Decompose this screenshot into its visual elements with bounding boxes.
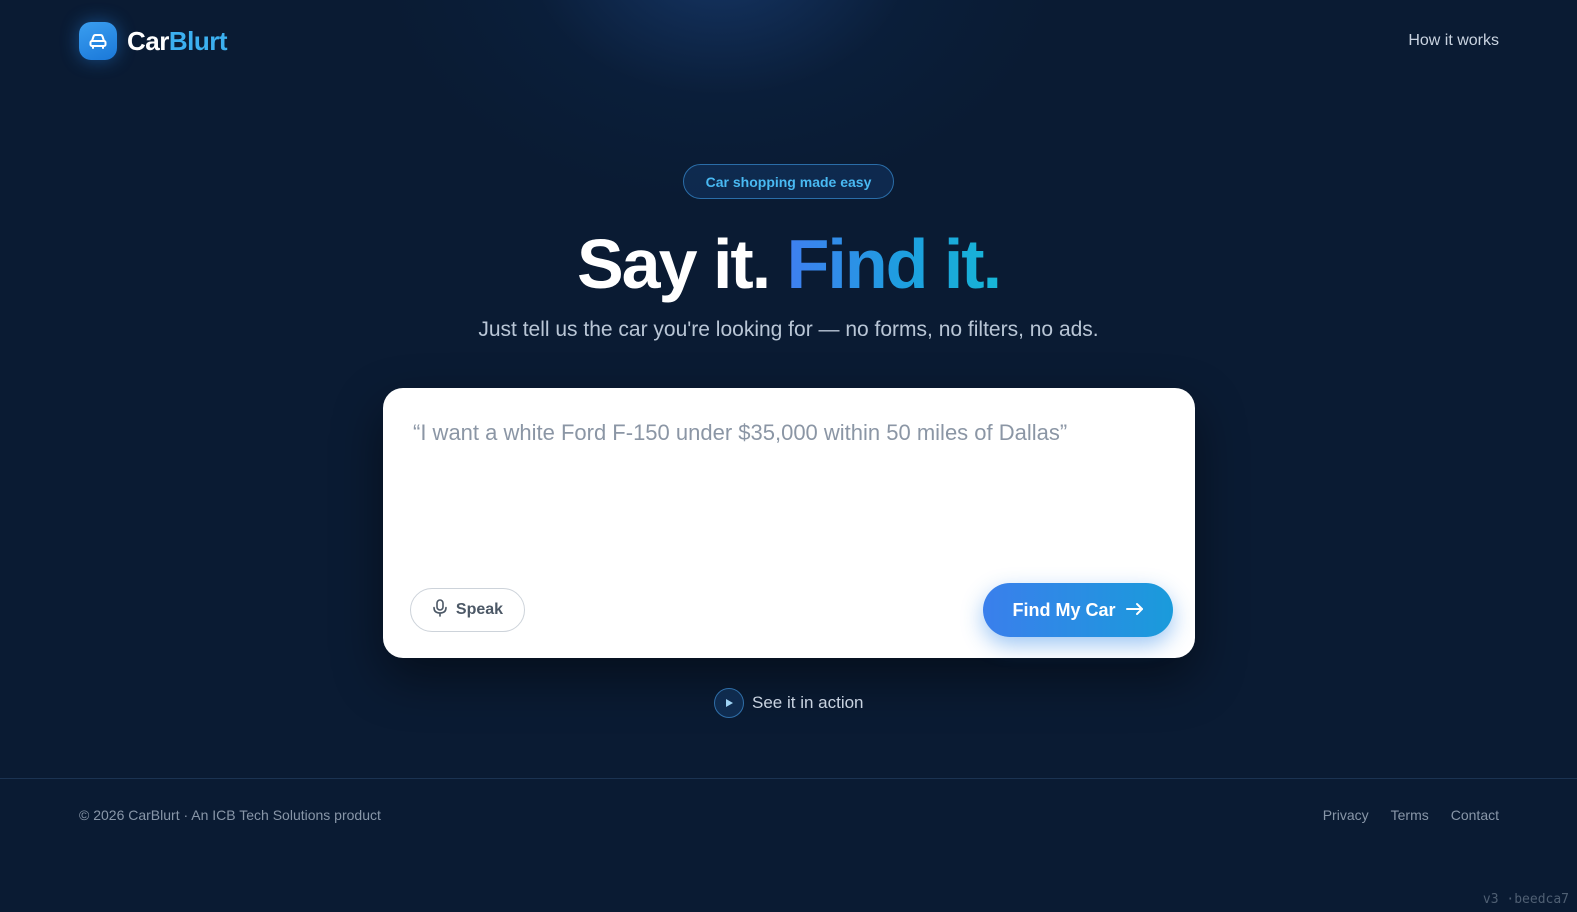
footer-link-terms[interactable]: Terms bbox=[1391, 807, 1429, 823]
tagline-badge: Car shopping made easy bbox=[683, 164, 894, 199]
footer-link-privacy[interactable]: Privacy bbox=[1323, 807, 1369, 823]
nav-how-it-works[interactable]: How it works bbox=[1408, 32, 1499, 50]
car-icon bbox=[79, 22, 117, 60]
see-it-in-action-label: See it in action bbox=[752, 693, 864, 712]
headline-part1: Say it. bbox=[576, 225, 771, 303]
search-card: Speak Find My Car bbox=[383, 388, 1195, 658]
page-title: Say it. Find it. bbox=[0, 222, 1577, 306]
version-label: v3 ·beedca7 bbox=[1482, 892, 1569, 907]
speak-label: Speak bbox=[455, 601, 504, 618]
car-query-input[interactable] bbox=[413, 420, 1163, 570]
brand-logo[interactable]: CarBlurt bbox=[79, 22, 228, 60]
speak-button[interactable]: Speak bbox=[410, 588, 525, 632]
brand-name: CarBlurt bbox=[127, 25, 228, 57]
footer-links: Privacy Terms Contact bbox=[1323, 807, 1499, 823]
arrow-right-icon bbox=[1125, 600, 1144, 621]
play-icon bbox=[714, 688, 744, 718]
brand-name-part1: Car bbox=[127, 25, 169, 56]
find-my-car-label: Find My Car bbox=[1012, 599, 1116, 620]
find-my-car-button[interactable]: Find My Car bbox=[983, 583, 1173, 637]
microphone-icon bbox=[432, 598, 448, 622]
brand-name-part2: Blurt bbox=[168, 25, 228, 56]
footer-link-contact[interactable]: Contact bbox=[1451, 807, 1499, 823]
page-subtitle: Just tell us the car you're looking for … bbox=[478, 318, 1099, 341]
footer-divider bbox=[0, 778, 1577, 779]
site-header: CarBlurt How it works bbox=[0, 0, 1577, 84]
see-it-in-action-link[interactable]: See it in action bbox=[714, 688, 864, 718]
footer-copyright: © 2026 CarBlurt · An ICB Tech Solutions … bbox=[79, 807, 381, 823]
headline-part2: Find it. bbox=[786, 225, 1002, 303]
